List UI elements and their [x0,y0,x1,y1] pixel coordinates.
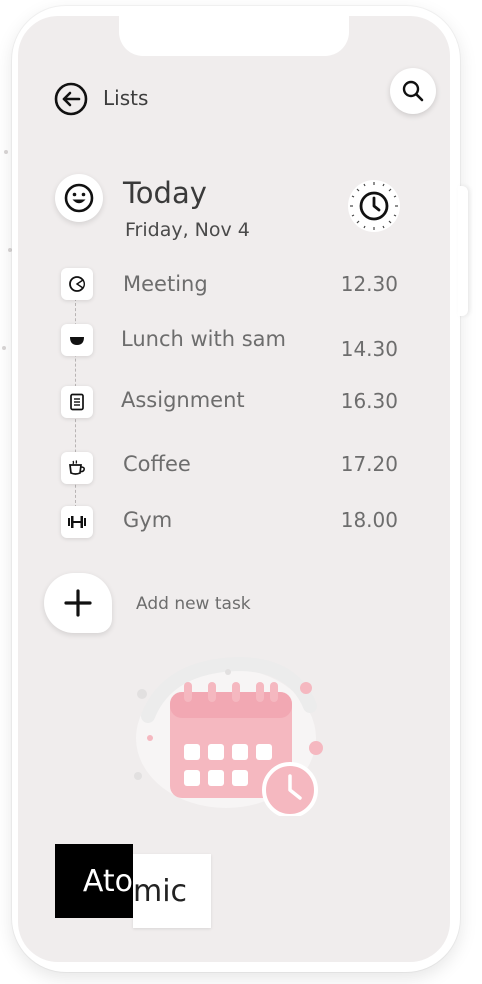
dumbbell-icon [61,506,93,538]
task-time: 17.20 [340,452,398,476]
task-item-lunch[interactable]: Lunch with sam 14.30 [18,321,450,361]
task-name: Assignment [121,388,245,412]
meeting-icon [61,268,93,300]
search-button[interactable] [390,68,436,114]
coffee-cup-icon [61,452,93,484]
back-button[interactable] [54,82,88,116]
add-task-label[interactable]: Add new task [136,594,251,614]
background-dot [4,150,8,154]
app-screen: Lists Today Friday, Nov 4 Meeting 12.30 … [18,16,450,962]
lists-link[interactable]: Lists [103,86,148,110]
task-item-gym[interactable]: Gym 18.00 [18,504,450,544]
logo-right-part: mic [133,854,211,928]
phone-notch [119,16,349,56]
arrow-left-circle-icon [54,82,88,116]
plus-icon [64,589,92,617]
task-item-meeting[interactable]: Meeting 12.30 [18,266,450,306]
mood-button[interactable] [55,174,103,222]
task-name: Coffee [123,452,191,476]
task-item-coffee[interactable]: Coffee 17.20 [18,448,450,488]
task-name: Meeting [123,272,208,296]
lunch-bowl-icon [61,324,93,356]
background-dot [2,346,6,350]
task-time: 16.30 [340,389,398,413]
atomic-logo: Ato mic [55,844,211,930]
task-name: Gym [123,508,173,532]
phone-side-button [458,186,468,316]
schedule-clock-button[interactable] [348,180,400,232]
task-time: 14.30 [340,337,398,361]
smiley-icon [64,183,94,213]
day-title: Today [123,176,207,210]
calendar-clock-illustration [128,656,328,818]
search-icon [402,80,424,102]
logo-left-part: Ato [55,844,133,918]
task-item-assignment[interactable]: Assignment 16.30 [18,384,450,424]
day-date: Friday, Nov 4 [125,219,250,241]
task-time: 12.30 [340,272,398,296]
task-name: Lunch with sam [121,327,286,351]
document-icon [61,386,93,418]
add-task-button[interactable] [44,573,112,633]
clock-icon [350,182,398,230]
task-time: 18.00 [340,508,398,532]
